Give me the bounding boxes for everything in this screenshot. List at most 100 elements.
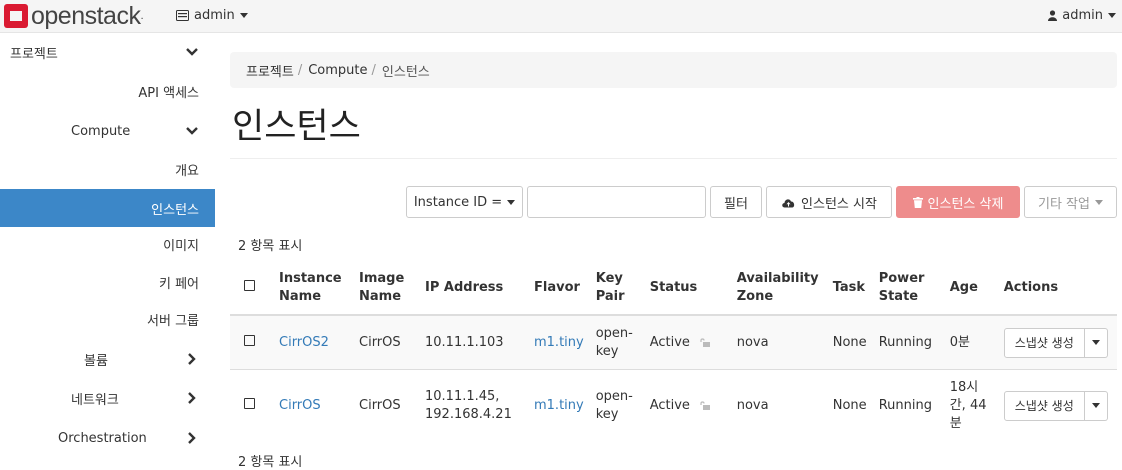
chevron-down-icon xyxy=(186,48,198,56)
more-actions-label: 기타 작업 xyxy=(1038,196,1090,212)
age-cell: 0분 xyxy=(943,314,998,370)
column-header-flavor[interactable]: Flavor xyxy=(528,262,590,316)
sidebar-item-label: Compute xyxy=(71,123,131,139)
create-snapshot-label: 스냅샷 생성 xyxy=(1014,398,1074,413)
table-header-row: Instance Name Image Name IP Address Flav… xyxy=(230,262,1117,316)
column-header-power-state[interactable]: Power State xyxy=(872,262,944,316)
row-actions-split-button: 스냅샷 생성 xyxy=(1003,327,1111,358)
delete-instances-button[interactable]: 인스턴스 삭제 xyxy=(896,186,1020,218)
server-icon xyxy=(176,10,189,21)
sidebar-item-server-groups[interactable]: 서버 그룹 xyxy=(0,300,215,338)
sidebar-item-label: 볼륨 xyxy=(84,353,108,369)
row-actions-split-button: 스냅샷 생성 xyxy=(1003,390,1111,421)
column-header-ip-address[interactable]: IP Address xyxy=(419,262,528,316)
status-text: Active xyxy=(649,397,690,413)
column-header-age[interactable]: Age xyxy=(943,262,998,316)
row-checkbox[interactable] xyxy=(244,397,255,409)
filter-field-label: Instance ID = xyxy=(413,194,503,210)
breadcrumb-item-project[interactable]: 프로젝트 xyxy=(246,61,294,80)
item-count: 2 항목 표시 xyxy=(238,239,303,254)
user-icon xyxy=(1048,10,1058,21)
caret-down-icon xyxy=(507,199,516,205)
row-actions-dropdown-toggle[interactable] xyxy=(1084,327,1108,358)
actions-cell: 스냅샷 생성 xyxy=(997,369,1117,441)
ip-address-cell: 10.11.1.103 xyxy=(419,314,528,370)
key-pair-cell: open- key xyxy=(589,314,644,370)
caret-down-icon xyxy=(1091,340,1100,345)
actions-cell: 스냅샷 생성 xyxy=(997,314,1117,370)
key-pair-line: open- xyxy=(595,325,633,341)
create-snapshot-button[interactable]: 스냅샷 생성 xyxy=(1003,327,1085,358)
sidebar-item-label: 키 페어 xyxy=(158,276,199,292)
row-select-cell xyxy=(230,369,273,441)
sidebar-item-instances[interactable]: 인스턴스 xyxy=(0,189,215,227)
sidebar: 프로젝트 API 액세스 Compute 개요 인스턴스 이미지 키 페어 서버… xyxy=(0,33,215,462)
instance-name-link[interactable]: CirrOS xyxy=(279,398,321,413)
chevron-right-icon xyxy=(188,392,196,404)
delete-instances-label: 인스턴스 삭제 xyxy=(927,196,1004,212)
table-row: CirrOS CirrOS 10.11.1.45, 192.168.4.21 m… xyxy=(230,369,1117,441)
column-header-task[interactable]: Task xyxy=(826,262,873,316)
breadcrumb-item-current: 인스턴스 xyxy=(381,64,430,80)
unlock-icon[interactable] xyxy=(700,400,711,410)
sidebar-item-orchestration[interactable]: Orchestration xyxy=(0,419,215,457)
select-all-checkbox[interactable] xyxy=(244,280,255,291)
sidebar-item-label: 프로젝트 xyxy=(10,46,58,62)
sidebar-item-label: 인스턴스 xyxy=(151,202,199,218)
user-menu[interactable]: admin xyxy=(1048,8,1116,23)
more-actions-button[interactable]: 기타 작업 xyxy=(1024,186,1117,218)
flavor-link[interactable]: m1.tiny xyxy=(534,335,584,350)
openstack-logo[interactable]: openstack. xyxy=(4,2,144,30)
header-line: Power xyxy=(878,271,925,286)
column-header-image-name[interactable]: Image Name xyxy=(353,262,419,316)
column-header-key-pair[interactable]: Key Pair xyxy=(589,262,644,316)
breadcrumb-separator: / xyxy=(371,62,376,78)
header-line: Task xyxy=(832,280,866,295)
image-name-cell: CirrOS xyxy=(353,369,419,441)
sidebar-item-volumes[interactable]: 볼륨 xyxy=(0,340,215,378)
create-snapshot-button[interactable]: 스냅샷 생성 xyxy=(1003,390,1085,421)
row-select-cell xyxy=(230,314,273,370)
sidebar-item-project[interactable]: 프로젝트 xyxy=(0,33,215,71)
power-state-cell: Running xyxy=(872,314,944,370)
row-actions-dropdown-toggle[interactable] xyxy=(1084,390,1108,421)
project-name: admin xyxy=(194,8,235,23)
sidebar-item-key-pairs[interactable]: 키 페어 xyxy=(0,263,215,301)
filter-input[interactable] xyxy=(527,186,706,218)
sidebar-item-images[interactable]: 이미지 xyxy=(0,225,215,263)
header-line: Flavor xyxy=(534,280,580,295)
row-checkbox[interactable] xyxy=(244,334,255,346)
sidebar-item-overview[interactable]: 개요 xyxy=(0,150,215,188)
sidebar-item-api-access[interactable]: API 액세스 xyxy=(0,72,215,110)
task-cell: None xyxy=(826,314,873,370)
breadcrumb: 프로젝트 / Compute / 인스턴스 xyxy=(230,52,1117,88)
filter-button[interactable]: 필터 xyxy=(710,186,762,218)
project-switcher[interactable]: admin xyxy=(176,8,248,23)
filter-button-label: 필터 xyxy=(724,196,748,212)
chevron-right-icon xyxy=(188,432,196,444)
ip-address-cell: 10.11.1.45, 192.168.4.21 xyxy=(419,369,528,441)
sidebar-item-label: 개요 xyxy=(175,163,199,179)
instances-table: Instance Name Image Name IP Address Flav… xyxy=(230,262,1117,441)
key-pair-cell: open- key xyxy=(589,369,644,441)
sidebar-item-network[interactable]: 네트워크 xyxy=(0,379,215,417)
logo-dot: . xyxy=(140,10,144,22)
age-line: 18시 xyxy=(949,379,979,395)
sidebar-item-compute[interactable]: Compute xyxy=(0,112,215,150)
column-header-availability-zone[interactable]: Availability Zone xyxy=(730,262,827,316)
instance-name-link[interactable]: CirrOS2 xyxy=(279,335,329,350)
user-name: admin xyxy=(1062,8,1103,23)
header-line: Key xyxy=(595,271,623,286)
breadcrumb-item-compute[interactable]: Compute xyxy=(308,63,367,78)
task-cell: None xyxy=(826,369,873,441)
availability-zone-cell: nova xyxy=(730,314,827,370)
age-line: 분 xyxy=(949,415,962,431)
launch-instance-button[interactable]: 인스턴스 시작 xyxy=(766,186,892,218)
flavor-link[interactable]: m1.tiny xyxy=(534,398,584,413)
caret-down-icon xyxy=(239,13,248,18)
sidebar-item-label: 네트워크 xyxy=(71,392,119,408)
column-header-instance-name[interactable]: Instance Name xyxy=(273,262,353,316)
column-header-status[interactable]: Status xyxy=(643,262,731,316)
unlock-icon[interactable] xyxy=(700,337,711,347)
filter-field-select[interactable]: Instance ID = xyxy=(406,186,523,218)
